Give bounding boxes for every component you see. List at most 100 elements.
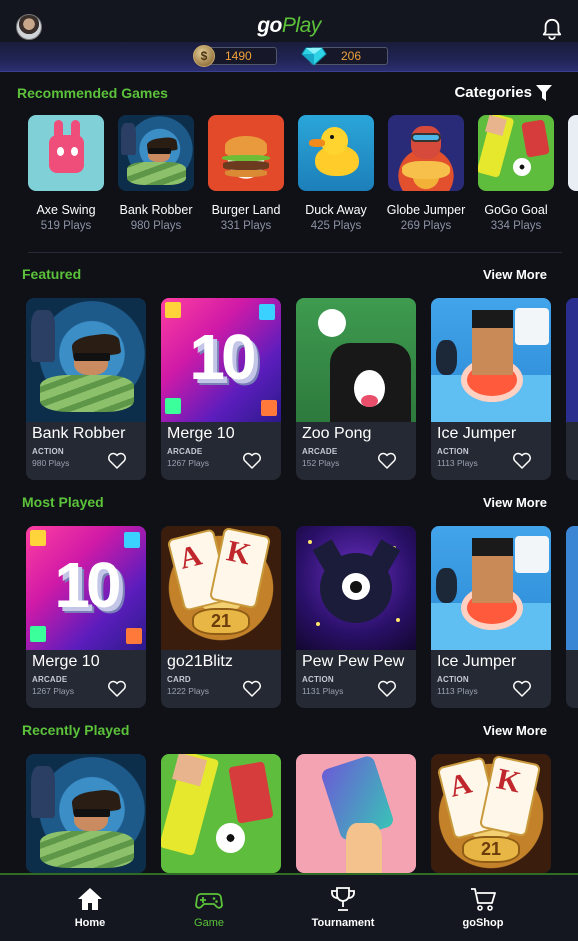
card-plays: 1131 Plays <box>302 686 344 696</box>
wallet-bar: $ 1490 206 <box>0 42 578 72</box>
card-king-letter: K <box>224 534 254 572</box>
card-title: Merge 10 <box>167 425 235 442</box>
game-plays: 980 Plays <box>130 220 182 232</box>
card-thumbnail <box>431 526 551 650</box>
featured-card[interactable]: Bank Robber ACTION 980 Plays <box>26 298 146 480</box>
featured-view-more[interactable]: View More <box>483 267 547 282</box>
most-played-view-more[interactable]: View More <box>483 495 547 510</box>
recent-card-go21blitz[interactable]: A K 21 <box>431 754 551 873</box>
gem-balance[interactable]: 206 <box>301 47 388 66</box>
game-plays: 269 Plays <box>400 220 452 232</box>
most-played-card[interactable]: A K 21 go21Blitz CARD 1222 Plays <box>161 526 281 708</box>
nav-label: Game <box>194 917 224 929</box>
gamepad-icon <box>195 893 223 909</box>
most-played-card[interactable]: Pew Pew Pew ACTION 1131 Plays <box>296 526 416 708</box>
nav-home[interactable]: Home <box>35 885 145 929</box>
rec-game-axe-swing[interactable]: Axe Swing 519 Plays <box>28 115 104 232</box>
heart-icon[interactable] <box>107 452 127 470</box>
featured-next-card <box>566 298 578 480</box>
most-played-card[interactable]: Ice Jumper ACTION 1113 Plays <box>431 526 551 708</box>
rec-game-burger-land[interactable]: Burger Land 331 Plays <box>208 115 284 232</box>
logo-go: go <box>257 14 282 37</box>
logo-play: Play <box>281 14 321 37</box>
heart-icon[interactable] <box>512 452 532 470</box>
heart-icon[interactable] <box>242 680 262 698</box>
card-category: ACTION <box>302 675 334 684</box>
game-plays: 331 Plays <box>220 220 272 232</box>
nav-game[interactable]: Game <box>154 885 264 929</box>
card-category: ARCADE <box>302 447 338 456</box>
card-category: ARCADE <box>32 675 68 684</box>
card-thumbnail: A K 21 <box>431 754 551 873</box>
card-category: ACTION <box>32 447 64 456</box>
game-thumbnail <box>28 115 104 191</box>
card-thumbnail <box>26 298 146 422</box>
merge-number: 10 <box>189 321 256 394</box>
recent-card-swipe-game[interactable] <box>296 754 416 873</box>
card-plays: 1267 Plays <box>32 686 75 696</box>
card-thumbnail <box>296 526 416 650</box>
card-ace-letter: A <box>176 538 206 577</box>
gem-amount: 206 <box>341 49 362 63</box>
recent-card-gogo-goal[interactable] <box>161 754 281 873</box>
rec-game-bank-robber[interactable]: Bank Robber 980 Plays <box>118 115 194 232</box>
card-category: ACTION <box>437 447 469 456</box>
section-divider <box>28 252 562 253</box>
card-plays: 1113 Plays <box>437 686 478 696</box>
card-title: Merge 10 <box>32 653 100 670</box>
heart-icon[interactable] <box>512 680 532 698</box>
game-name: Axe Swing <box>36 203 96 217</box>
card-category: ACTION <box>437 675 469 684</box>
game-name: Duck Away <box>305 203 367 217</box>
gem-icon <box>301 47 327 66</box>
nav-label: goShop <box>462 917 504 929</box>
heart-icon[interactable] <box>377 680 397 698</box>
card-thumbnail <box>431 298 551 422</box>
categories-button[interactable]: Categories <box>454 84 532 101</box>
featured-card[interactable]: Zoo Pong ARCADE 152 Plays <box>296 298 416 480</box>
card-thumbnail <box>296 298 416 422</box>
recent-card-bank-robber[interactable] <box>26 754 146 873</box>
game-plays: 334 Plays <box>490 220 542 232</box>
game-thumbnail <box>118 115 194 191</box>
game-name: Bank Robber <box>119 203 193 217</box>
game-thumbnail <box>208 115 284 191</box>
bell-icon[interactable] <box>541 17 563 41</box>
coin-amount: 1490 <box>225 49 252 63</box>
nav-goshop[interactable]: goShop <box>428 885 538 929</box>
game-name: Burger Land <box>211 203 281 217</box>
bottom-navigation: Home Game Tournament goShop <box>0 873 578 941</box>
nav-tournament[interactable]: Tournament <box>288 885 398 929</box>
card-king-letter: K <box>494 762 524 800</box>
heart-icon[interactable] <box>377 452 397 470</box>
card-thumbnail: 10 <box>161 298 281 422</box>
blitz-plaque: 21 <box>192 607 250 636</box>
coin-balance[interactable]: $ 1490 <box>193 45 277 67</box>
recently-played-view-more[interactable]: View More <box>483 723 547 738</box>
heart-icon[interactable] <box>107 680 127 698</box>
most-played-card[interactable]: 10 Merge 10 ARCADE 1267 Plays <box>26 526 146 708</box>
most-played-title: Most Played <box>22 494 104 510</box>
rec-game-duck-away[interactable]: Duck Away 425 Plays <box>298 115 374 232</box>
game-name: Globe Jumper <box>386 203 466 217</box>
card-ace-letter: A <box>446 766 476 805</box>
featured-card[interactable]: 10 Merge 10 ARCADE 1267 Plays <box>161 298 281 480</box>
rec-game-globe-jumper[interactable]: Globe Jumper 269 Plays <box>387 115 465 232</box>
card-title: go21Blitz <box>167 653 233 670</box>
card-category: CARD <box>167 675 191 684</box>
card-plays: 152 Plays <box>302 458 340 468</box>
card-thumbnail: A K 21 <box>161 526 281 650</box>
rec-game-gogo-goal[interactable]: GoGo Goal 334 Plays <box>478 115 554 232</box>
featured-card[interactable]: Ice Jumper ACTION 1113 Plays <box>431 298 551 480</box>
card-title: Ice Jumper <box>437 425 517 442</box>
heart-icon[interactable] <box>242 452 262 470</box>
featured-title: Featured <box>22 266 82 282</box>
trophy-icon <box>331 887 355 911</box>
card-title: Pew Pew Pew <box>302 653 405 670</box>
card-title: Bank Robber <box>32 425 126 442</box>
card-thumbnail <box>161 754 281 873</box>
card-plays: 980 Plays <box>32 458 70 468</box>
filter-icon[interactable] <box>536 85 552 102</box>
card-plays: 1267 Plays <box>167 458 210 468</box>
card-thumbnail <box>296 754 416 873</box>
